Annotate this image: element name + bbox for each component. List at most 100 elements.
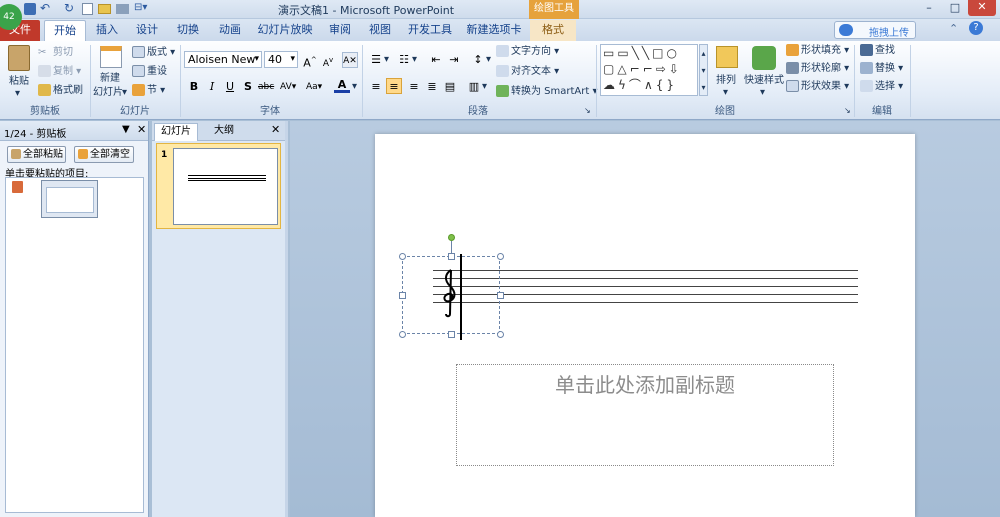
paste-all-button[interactable]: 全部粘贴: [7, 146, 66, 163]
upload-button[interactable]: 拖拽上传: [834, 21, 916, 39]
resize-handle-bottom-left[interactable]: [399, 331, 406, 338]
tab-slideshow[interactable]: 幻灯片放映: [254, 20, 316, 41]
align-left-icon[interactable]: ≡: [368, 79, 384, 95]
distributed-icon[interactable]: ▤: [442, 79, 458, 95]
print-icon[interactable]: [116, 4, 129, 14]
selected-text-box[interactable]: [402, 256, 500, 334]
reset-button[interactable]: 重设: [132, 65, 167, 79]
underline-icon[interactable]: U: [222, 79, 238, 95]
arrow-shape-icon[interactable]: ⇩: [669, 62, 682, 76]
resize-handle-right[interactable]: [497, 292, 504, 299]
customize-qat-icon[interactable]: ⊟▾: [134, 2, 147, 13]
italic-icon[interactable]: I: [204, 79, 220, 95]
font-size-combo[interactable]: 40 ▾: [264, 51, 298, 68]
curve-shape-icon[interactable]: ∧: [644, 78, 656, 92]
font-name-combo[interactable]: Aloisen New ▾: [184, 51, 262, 68]
brace-shape-icon[interactable]: }: [666, 78, 677, 92]
font-color-icon[interactable]: A: [334, 77, 350, 93]
shrink-font-icon[interactable]: Av: [320, 52, 336, 69]
clear-formatting-icon[interactable]: A✕: [342, 52, 358, 68]
triangle-shape-icon[interactable]: △: [617, 62, 629, 76]
shape-fill-button[interactable]: 形状填充 ▾: [786, 44, 849, 58]
resize-handle-left[interactable]: [399, 292, 406, 299]
slide-canvas[interactable]: 𝄞 单击此处添加副标题: [375, 134, 915, 517]
oval-shape-icon[interactable]: ○: [667, 46, 680, 60]
curve-shape-icon[interactable]: ⌒: [629, 78, 644, 92]
find-button[interactable]: 查找: [860, 44, 895, 58]
columns-icon[interactable]: ▥: [466, 79, 482, 95]
copy-button[interactable]: 复制 ▾: [38, 65, 81, 79]
decrease-indent-icon[interactable]: ⇤: [428, 52, 444, 68]
shadow-icon[interactable]: S: [240, 79, 256, 95]
shape-effects-button[interactable]: 形状效果 ▾: [786, 80, 849, 94]
shape-outline-button[interactable]: 形状轮廓 ▾: [786, 62, 849, 76]
minimize-button[interactable]: –: [918, 1, 940, 15]
cloud-shape-icon[interactable]: ☁: [603, 78, 618, 92]
resize-handle-bottom-right[interactable]: [497, 331, 504, 338]
new-slide-dropdown-icon[interactable]: ▾: [122, 86, 127, 100]
align-text-button[interactable]: 对齐文本 ▾: [496, 65, 559, 79]
dialog-launcher-icon[interactable]: ↘: [844, 106, 851, 115]
resize-handle-top-left[interactable]: [399, 253, 406, 260]
convert-smartart-button[interactable]: 转换为 SmartArt ▾: [496, 85, 598, 99]
increase-indent-icon[interactable]: ⇥: [446, 52, 462, 68]
arrow-shape-icon[interactable]: ⇨: [656, 62, 669, 76]
connector-shape-icon[interactable]: ⌐: [643, 62, 656, 76]
bullets-icon[interactable]: ☰: [368, 52, 384, 68]
tab-insert[interactable]: 插入: [88, 20, 126, 41]
rectangle-shape-icon[interactable]: ▭: [617, 46, 631, 60]
brace-shape-icon[interactable]: {: [656, 78, 667, 92]
help-icon[interactable]: ?: [969, 21, 983, 35]
minimize-ribbon-icon[interactable]: ⌃: [949, 22, 958, 35]
subtitle-placeholder[interactable]: 单击此处添加副标题: [456, 364, 834, 466]
tab-view[interactable]: 视图: [362, 20, 398, 41]
quick-styles-button[interactable]: 快速样式 ▾: [744, 44, 784, 99]
rectangle-shape-icon[interactable]: □: [652, 46, 666, 60]
numbering-icon[interactable]: ☷: [396, 52, 412, 68]
tab-transitions[interactable]: 切换: [168, 20, 208, 41]
redo-icon[interactable]: ↻: [64, 1, 74, 15]
shapes-gallery[interactable]: ▭▭╲╲□○ ▢△⌐⌐⇨⇩ ☁ϟ⌒∧{}: [600, 44, 698, 96]
clear-all-button[interactable]: 全部清空: [74, 146, 134, 163]
cut-button[interactable]: ✂ 剪切: [38, 46, 73, 60]
line-shape-icon[interactable]: ╲: [632, 46, 642, 60]
undo-icon[interactable]: ↶: [40, 1, 50, 15]
save-icon[interactable]: [24, 3, 36, 15]
tab-developer[interactable]: 开发工具: [404, 20, 456, 41]
open-folder-icon[interactable]: [98, 4, 111, 14]
clipboard-item-thumbnail[interactable]: [41, 180, 98, 218]
tab-home[interactable]: 开始: [44, 20, 86, 41]
slide-thumbnail-selected[interactable]: 1: [156, 143, 281, 229]
close-icon[interactable]: ✕: [137, 123, 146, 136]
line-spacing-icon[interactable]: ↕: [470, 52, 486, 68]
tab-animations[interactable]: 动画: [210, 20, 250, 41]
text-direction-button[interactable]: 文字方向 ▾: [496, 45, 559, 59]
section-button[interactable]: 节 ▾: [132, 84, 165, 98]
align-right-icon[interactable]: ≡: [406, 79, 422, 95]
strikethrough-icon[interactable]: abc: [258, 79, 274, 95]
select-button[interactable]: 选择 ▾: [860, 80, 903, 94]
tab-slides[interactable]: 幻灯片: [154, 123, 198, 141]
dialog-launcher-icon[interactable]: ↘: [584, 106, 591, 115]
replace-button[interactable]: 替换 ▾: [860, 62, 903, 76]
resize-handle-top-right[interactable]: [497, 253, 504, 260]
tab-design[interactable]: 设计: [128, 20, 166, 41]
change-case-icon[interactable]: Aa▾: [306, 79, 322, 95]
pane-menu-icon[interactable]: ▼: [122, 124, 130, 135]
bold-icon[interactable]: B: [186, 79, 202, 95]
format-painter-button[interactable]: 格式刷: [38, 84, 83, 98]
close-window-button[interactable]: ✕: [968, 0, 996, 16]
gallery-more-icon[interactable]: ▴ ▾ ▾: [699, 44, 708, 96]
character-spacing-icon[interactable]: AV▾: [280, 79, 296, 95]
maximize-button[interactable]: □: [944, 1, 966, 15]
resize-handle-bottom[interactable]: [448, 331, 455, 338]
text-box-shape-icon[interactable]: ▭: [603, 46, 617, 60]
justify-icon[interactable]: ≣: [424, 79, 440, 95]
grow-font-icon[interactable]: A^: [302, 52, 318, 70]
align-center-icon[interactable]: ≡: [386, 78, 402, 94]
arrange-button[interactable]: 排列 ▾: [712, 44, 742, 99]
layout-button[interactable]: 版式 ▾: [132, 46, 175, 60]
font-color-dropdown-icon[interactable]: ▾: [352, 80, 357, 94]
tab-format[interactable]: 格式: [530, 20, 576, 41]
rotation-handle[interactable]: [448, 234, 455, 241]
